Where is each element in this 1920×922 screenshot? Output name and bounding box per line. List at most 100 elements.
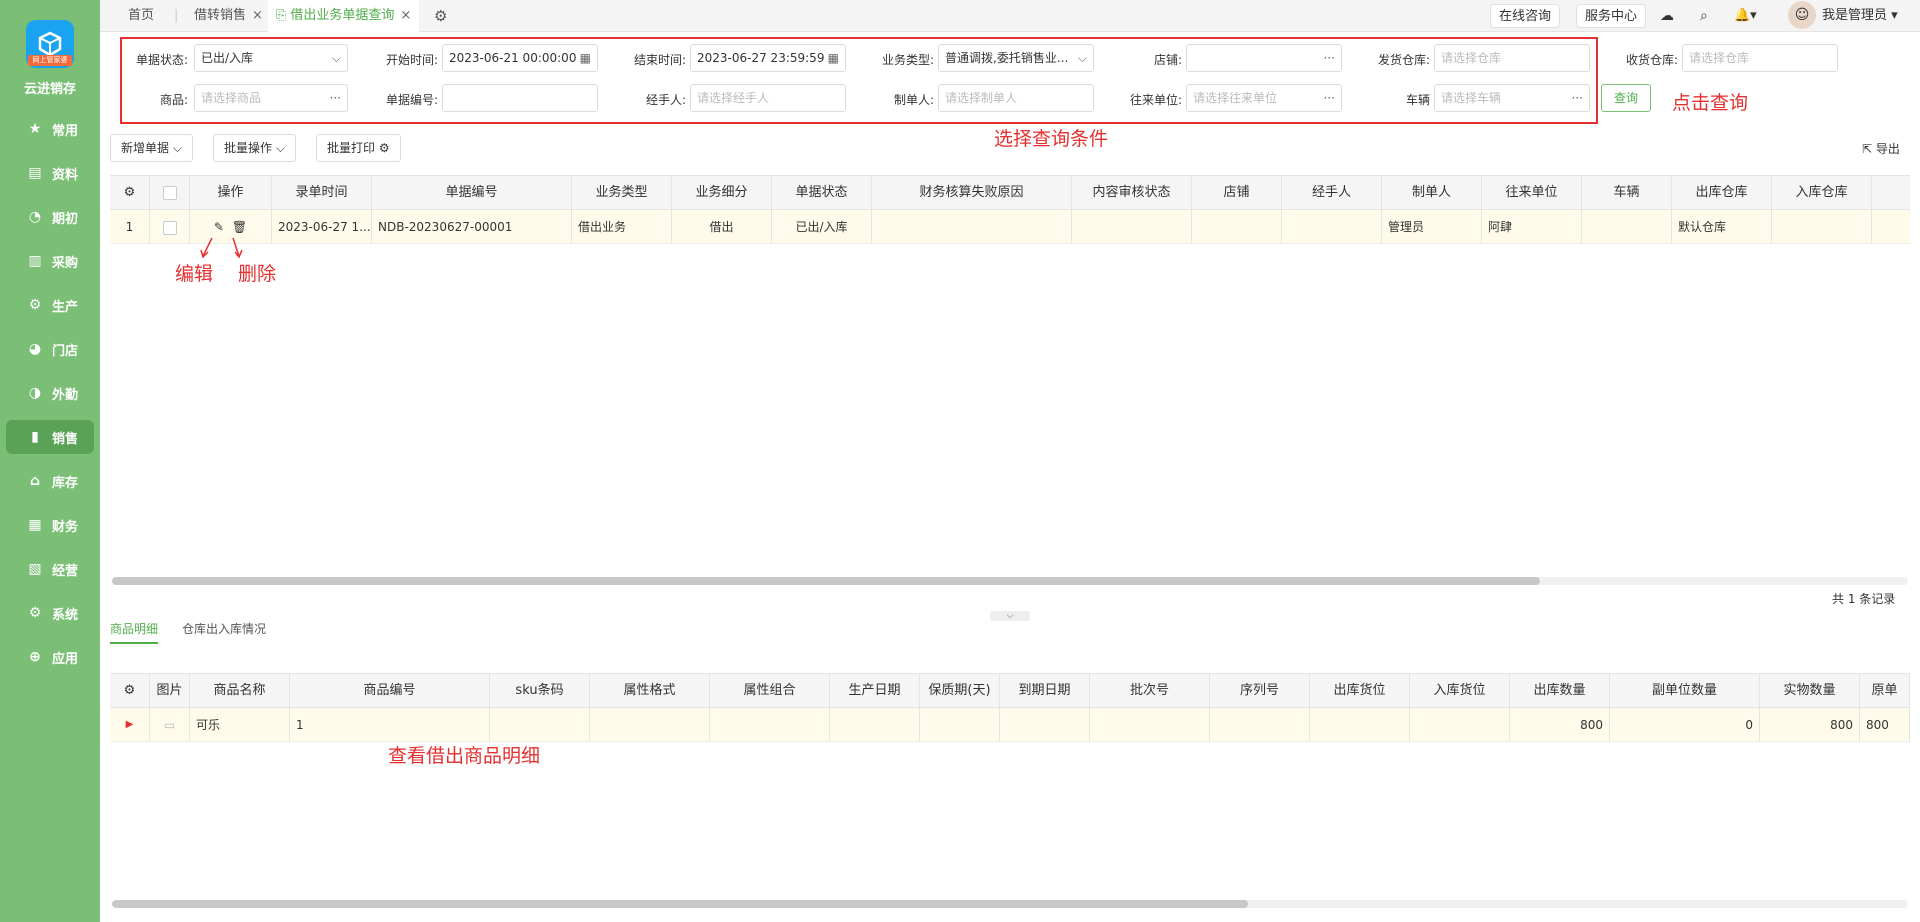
row-attr-combo: [710, 708, 830, 742]
col-header-sub-qty[interactable]: 副单位数量: [1610, 674, 1760, 708]
query-button[interactable]: 查询: [1601, 84, 1651, 112]
tab-borrow-query[interactable]: ⎘ 借出业务单据查询 ×: [268, 0, 420, 32]
export-button[interactable]: ⇱ 导出: [1862, 140, 1900, 157]
start-time-input[interactable]: 2023-06-21 00:00:00 ▦: [442, 44, 598, 72]
close-icon[interactable]: ×: [252, 8, 263, 23]
goods-input[interactable]: 请选择商品 ···: [194, 84, 348, 112]
col-header-in-warehouse[interactable]: 入库仓库: [1772, 176, 1872, 210]
gear-icon[interactable]: ⚙: [379, 141, 390, 155]
more-icon[interactable]: ···: [1572, 85, 1583, 111]
avatar[interactable]: ☺: [1788, 1, 1816, 29]
cloud-download-icon[interactable]: ☁: [1660, 4, 1674, 28]
tab-goods-detail[interactable]: 商品明细: [110, 620, 159, 644]
sidebar-item-apps[interactable]: ⊕ 应用: [6, 640, 94, 674]
col-header-image[interactable]: 图片: [150, 674, 190, 708]
col-header-orig[interactable]: 原单: [1860, 674, 1910, 708]
col-header-out-qty[interactable]: 出库数量: [1510, 674, 1610, 708]
table-row[interactable]: 1 ✎ 🗑 2023-06-27 1... NDB-20230627-00001 …: [110, 210, 1910, 244]
col-header-batch[interactable]: 批次号: [1090, 674, 1210, 708]
sidebar-item-initial[interactable]: ◔ 期初: [6, 200, 94, 234]
col-header-vehicle[interactable]: 车辆: [1582, 176, 1672, 210]
more-icon[interactable]: ···: [1324, 45, 1335, 71]
col-header-maker[interactable]: 制单人: [1382, 176, 1482, 210]
col-header-sku[interactable]: sku条码: [490, 674, 590, 708]
in-warehouse-input[interactable]: 请选择仓库: [1682, 44, 1838, 72]
col-header-shop[interactable]: 店铺: [1192, 176, 1282, 210]
online-consult-button[interactable]: 在线咨询: [1490, 4, 1561, 28]
sidebar-item-data[interactable]: ▤ 资料: [6, 156, 94, 190]
col-header-out-location[interactable]: 出库货位: [1310, 674, 1410, 708]
out-warehouse-input[interactable]: 请选择仓库: [1434, 44, 1590, 72]
col-header-attr-format[interactable]: 属性格式: [590, 674, 710, 708]
col-header-handler[interactable]: 经手人: [1282, 176, 1382, 210]
col-header-subtype[interactable]: 业务细分: [672, 176, 772, 210]
col-header-billno[interactable]: 单据编号: [372, 176, 572, 210]
col-header-attr-combo[interactable]: 属性组合: [710, 674, 830, 708]
sidebar-item-field[interactable]: ◑ 外勤: [6, 376, 94, 410]
col-header-partner[interactable]: 往来单位: [1482, 176, 1582, 210]
more-icon[interactable]: ···: [1324, 85, 1335, 111]
col-header-shelf-life[interactable]: 保质期(天): [920, 674, 1000, 708]
tab-home[interactable]: 首页: [128, 0, 154, 32]
sidebar-item-finance[interactable]: ▦ 财务: [6, 508, 94, 542]
calendar-icon[interactable]: ▦: [580, 45, 591, 71]
column-settings-gear-icon[interactable]: ⚙: [110, 176, 150, 210]
row-shop: [1192, 210, 1282, 244]
calendar-icon[interactable]: ▦: [828, 45, 839, 71]
sidebar-item-operation[interactable]: ▧ 经营: [6, 552, 94, 586]
row-checkbox[interactable]: [150, 210, 190, 244]
tab-warehouse-status[interactable]: 仓库出入库情况: [182, 620, 266, 644]
panel-splitter-chevron-icon[interactable]: ⌵: [990, 611, 1030, 621]
column-settings-gear-icon[interactable]: ⚙: [110, 674, 150, 708]
sidebar-item-inventory[interactable]: ⌂ 库存: [6, 464, 94, 498]
user-menu[interactable]: 我是管理员 ▾: [1822, 4, 1898, 28]
col-header-in-location[interactable]: 入库货位: [1410, 674, 1510, 708]
sidebar-item-system[interactable]: ⚙ 系统: [6, 596, 94, 630]
col-header-expiry[interactable]: 到期日期: [1000, 674, 1090, 708]
sidebar-item-production[interactable]: ⚙ 生产: [6, 288, 94, 322]
sidebar-item-store[interactable]: ◕ 门店: [6, 332, 94, 366]
tab-borrow-to-sale[interactable]: 借转销售 ×: [194, 0, 263, 32]
bill-no-input[interactable]: [442, 84, 598, 112]
sidebar-item-common[interactable]: ★ 常用: [6, 112, 94, 146]
col-header-time[interactable]: 录单时间: [272, 176, 372, 210]
col-header-biztype[interactable]: 业务类型: [572, 176, 672, 210]
image-placeholder-icon[interactable]: ▭: [150, 708, 190, 742]
app-logo[interactable]: 网上管家婆: [26, 20, 74, 68]
maker-input[interactable]: 请选择制单人: [938, 84, 1094, 112]
col-header-audit[interactable]: 内容审核状态: [1072, 176, 1192, 210]
shop-input[interactable]: ···: [1186, 44, 1342, 72]
sidebar-item-purchase[interactable]: ▥ 采购: [6, 244, 94, 278]
row-billno[interactable]: NDB-20230627-00001: [372, 210, 572, 244]
more-icon[interactable]: ···: [330, 85, 341, 111]
table-row[interactable]: ▶ ▭ 可乐 1 800 0 800 800: [110, 708, 1910, 742]
bell-icon[interactable]: 🔔▾: [1734, 4, 1757, 28]
finance-icon: ▦: [28, 517, 42, 533]
vehicle-input[interactable]: 请选择车辆 ···: [1434, 84, 1590, 112]
tab-settings-gear-icon[interactable]: ⚙: [434, 0, 447, 32]
service-center-button[interactable]: 服务中心: [1576, 4, 1647, 28]
status-select[interactable]: 已出/入库 ⌵: [194, 44, 348, 72]
close-icon[interactable]: ×: [400, 8, 411, 23]
scrollbar-thumb[interactable]: [112, 900, 1248, 908]
search-icon[interactable]: ⌕: [1700, 4, 1708, 28]
select-all-checkbox[interactable]: [150, 176, 190, 210]
col-header-real-qty[interactable]: 实物数量: [1760, 674, 1860, 708]
partner-input[interactable]: 请选择往来单位 ···: [1186, 84, 1342, 112]
col-header-prod-date[interactable]: 生产日期: [830, 674, 920, 708]
col-header-fail-reason[interactable]: 财务核算失败原因: [872, 176, 1072, 210]
biz-type-select[interactable]: 普通调拨,委托销售业... ⌵: [938, 44, 1094, 72]
new-bill-button[interactable]: 新增单据 ⌵: [110, 134, 193, 162]
col-header-goods-name[interactable]: 商品名称: [190, 674, 290, 708]
col-header-actions[interactable]: 操作: [190, 176, 272, 210]
col-header-out-warehouse[interactable]: 出库仓库: [1672, 176, 1772, 210]
scrollbar-thumb[interactable]: [112, 577, 1540, 585]
batch-ops-button[interactable]: 批量操作 ⌵: [213, 134, 296, 162]
sidebar-item-sales[interactable]: ▮ 销售: [6, 420, 94, 454]
batch-print-button[interactable]: 批量打印 ⚙: [316, 134, 401, 162]
handler-input[interactable]: 请选择经手人: [690, 84, 846, 112]
end-time-input[interactable]: 2023-06-27 23:59:59 ▦: [690, 44, 846, 72]
col-header-goods-code[interactable]: 商品编号: [290, 674, 490, 708]
col-header-status[interactable]: 单据状态: [772, 176, 872, 210]
col-header-serial[interactable]: 序列号: [1210, 674, 1310, 708]
